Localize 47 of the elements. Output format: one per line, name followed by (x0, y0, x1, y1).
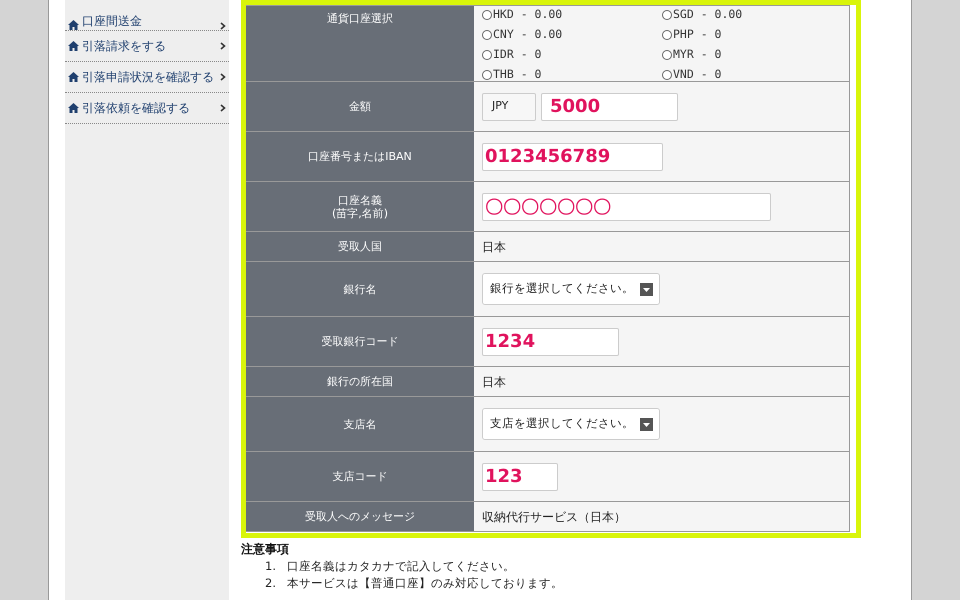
note-text: 本サービスは【普通口座】のみ対応しております。 (287, 575, 563, 592)
chevron-icon (220, 73, 226, 81)
note-text: 口座名義はカタカナで記入してください。 (287, 558, 515, 575)
currency-radio[interactable]: SGD - 0.00 (662, 6, 842, 24)
notes-heading: 注意事項 (241, 541, 290, 558)
field-label: 口座番号またはIBAN (246, 132, 474, 181)
field-label: 銀行の所在国 (246, 367, 474, 396)
currency-radio[interactable]: VND - 0 (662, 66, 842, 84)
input-field[interactable]: 123 (482, 462, 558, 490)
field-label: 受取人国 (246, 232, 474, 261)
dropdown[interactable]: 銀行を選択してください。 (482, 273, 660, 305)
currency-radio[interactable]: HKD - 0.00 (482, 6, 662, 24)
dropdown[interactable]: 支店を選択してください。 (482, 408, 660, 440)
sidebar-item[interactable]: 引落請求をする (65, 31, 229, 62)
field-value: 収納代行サービス（日本） (482, 508, 626, 526)
chevron-icon (220, 42, 226, 50)
chevron-icon (220, 104, 226, 112)
currency-radio[interactable]: PHP - 0 (662, 26, 842, 44)
field-value: 日本 (482, 238, 506, 256)
field-label: 受取人へのメッセージ (246, 502, 474, 531)
amount-field[interactable]: 5000 (541, 92, 678, 120)
input-field[interactable]: 1234 (482, 328, 619, 356)
home-icon (68, 103, 79, 113)
input-field[interactable]: 〇〇〇〇〇〇〇 (482, 192, 771, 220)
currency-radio[interactable]: CNY - 0.00 (482, 26, 662, 44)
sidebar-item[interactable]: 引落申請状況を確認する (65, 62, 229, 93)
field-label: 通貨口座選択 (246, 6, 474, 81)
home-icon (68, 20, 79, 30)
home-icon (68, 41, 79, 51)
input-field[interactable]: 0123456789 (482, 142, 663, 170)
currency-radio[interactable]: THB - 0 (482, 66, 662, 84)
list-number: 1. (265, 558, 277, 575)
field-label: 支店名 (246, 397, 474, 451)
field-label: 口座名義 (苗字,名前) (246, 182, 474, 231)
home-icon (68, 72, 79, 82)
field-label: 受取銀行コード (246, 317, 474, 366)
sidebar-item[interactable]: 引落依頼を確認する (65, 93, 229, 124)
chevron-icon (220, 22, 226, 30)
sidebar-item[interactable]: 口座間送金 (65, 0, 229, 31)
list-number: 2. (265, 575, 277, 592)
currency-radio[interactable]: IDR - 0 (482, 46, 662, 64)
field-label: 金額 (246, 82, 474, 131)
field-value: 日本 (482, 374, 506, 390)
field-label: 銀行名 (246, 262, 474, 316)
currency-field[interactable]: JPY (482, 92, 536, 120)
field-label: 支店コード (246, 452, 474, 501)
currency-radio[interactable]: MYR - 0 (662, 46, 842, 64)
